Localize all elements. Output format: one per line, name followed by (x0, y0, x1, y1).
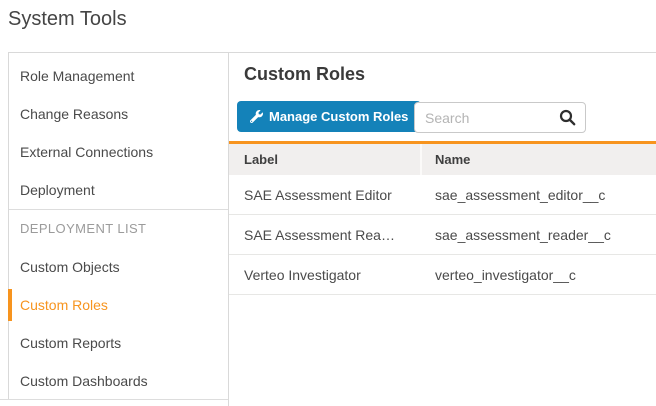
cell-label: SAE Assessment Editor (229, 187, 420, 203)
cell-label: Verteo Investigator (229, 267, 420, 283)
sidebar-item-deployment[interactable]: Deployment (9, 171, 228, 209)
manage-custom-roles-button[interactable]: Manage Custom Roles (237, 101, 421, 132)
panel-divider (228, 52, 229, 406)
search-box (414, 102, 586, 133)
wrench-icon (250, 110, 263, 123)
sidebar-item-custom-reports[interactable]: Custom Reports (9, 324, 228, 362)
cell-name: sae_assessment_reader__c (420, 227, 656, 243)
table-row[interactable]: SAE Assessment Rea… sae_assessment_reade… (229, 215, 656, 255)
page-title: System Tools (8, 8, 127, 31)
main-title: Custom Roles (244, 64, 365, 85)
cell-name: sae_assessment_editor__c (420, 187, 656, 203)
column-header-label[interactable]: Label (229, 144, 420, 175)
sidebar-item-custom-roles[interactable]: Custom Roles (9, 286, 228, 324)
main-panel: Custom Roles Manage Custom Roles Label N… (229, 52, 656, 406)
cell-name: verteo_investigator__c (420, 267, 656, 283)
sidebar-item-custom-dashboards[interactable]: Custom Dashboards (9, 362, 228, 400)
table-header-row: Label Name (229, 144, 656, 175)
column-header-name[interactable]: Name (420, 144, 656, 175)
sidebar-item-custom-objects[interactable]: Custom Objects (9, 248, 228, 286)
table-row[interactable]: Verteo Investigator verteo_investigator_… (229, 255, 656, 295)
sidebar-section-header: DEPLOYMENT LIST (9, 210, 228, 248)
sidebar-item-change-reasons[interactable]: Change Reasons (9, 95, 228, 133)
sidebar: Role Management Change Reasons External … (8, 52, 228, 399)
sidebar-item-external-connections[interactable]: External Connections (9, 133, 228, 171)
manage-button-label: Manage Custom Roles (269, 109, 408, 124)
sidebar-bottom-border (0, 399, 228, 400)
sidebar-item-role-management[interactable]: Role Management (9, 57, 228, 95)
cell-label: SAE Assessment Rea… (229, 227, 420, 243)
search-icon[interactable] (559, 109, 576, 126)
table-body: SAE Assessment Editor sae_assessment_edi… (229, 175, 656, 295)
table-row[interactable]: SAE Assessment Editor sae_assessment_edi… (229, 175, 656, 215)
